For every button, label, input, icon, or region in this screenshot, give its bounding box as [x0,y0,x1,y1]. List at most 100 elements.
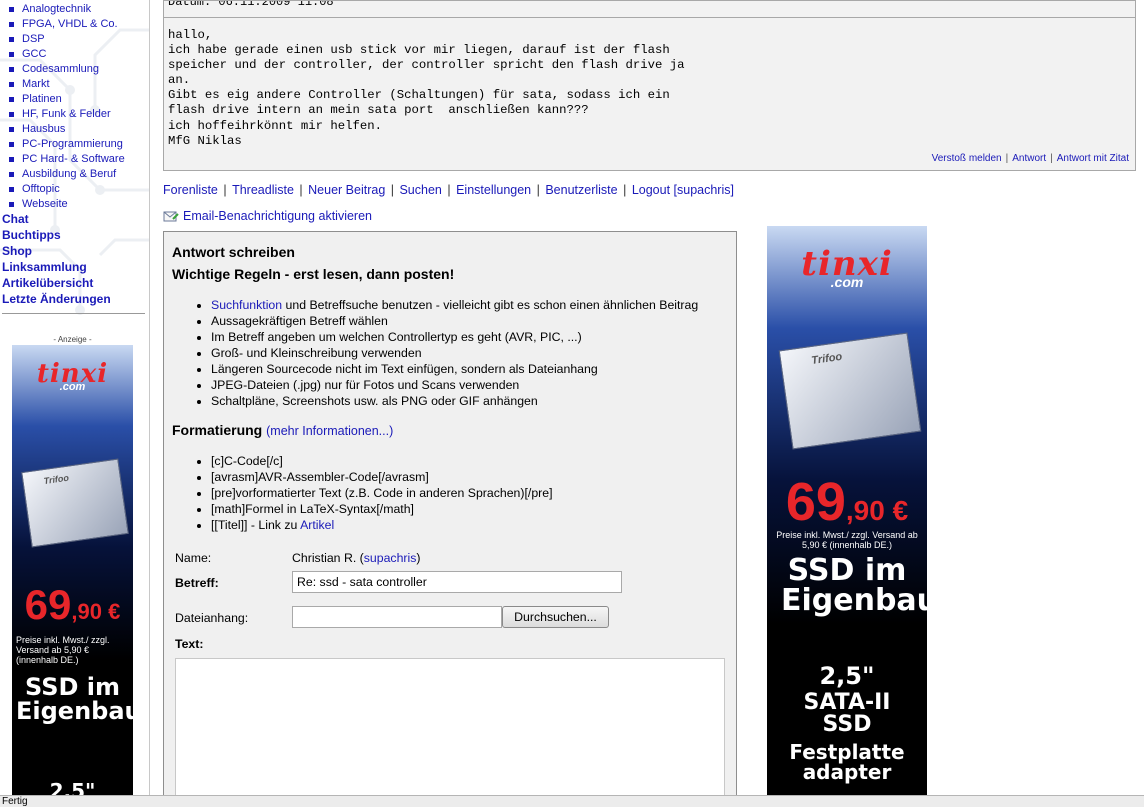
format-item: [avrasm]AVR-Assembler-Code[/avrasm] [211,469,553,485]
sidebar-item-offtopic[interactable]: Offtopic [8,182,125,197]
rule-item: Aussagekräftigen Betreff wählen [211,313,698,329]
forum-nav: Forenliste | Threadliste | Neuer Beitrag… [163,183,734,197]
sidebar-link[interactable]: Markt [22,78,50,90]
sidebar-item-hf[interactable]: HF, Funk & Felder [8,107,125,122]
sidebar-link[interactable]: PC Hard- & Software [22,153,125,165]
format-item: [math]Formel in LaTeX-Syntax[/math] [211,501,553,517]
sidebar-link[interactable]: FPGA, VHDL & Co. [22,18,118,30]
sidebar-item-shop[interactable]: Shop [2,243,111,259]
name-label: Name: [175,551,212,565]
ad-spec-type: Festplatte adapter [789,740,905,784]
nav-benutzerliste[interactable]: Benutzerliste [545,183,617,197]
report-post-link[interactable]: Verstoß melden [932,153,1002,164]
formatting-title: Formatierung (mehr Informationen...) [172,422,394,438]
nav-threadliste[interactable]: Threadliste [232,183,294,197]
forum-post: Datum: 06.11.2009 11:08 hallo, ich habe … [163,0,1136,171]
article-link[interactable]: Artikel [300,518,334,532]
sidebar-link[interactable]: Chat [2,212,29,226]
rules-title: Wichtige Regeln - erst lesen, dann poste… [172,266,455,282]
post-date: Datum: 06.11.2009 11:08 [164,1,1135,18]
format-item: [pre]vorformatierter Text (z.B. Code in … [211,485,553,501]
sidebar-item-analogtechnik[interactable]: Analogtechnik [8,2,125,17]
ad-headline: SSD im Eigenbau [16,673,133,725]
sidebar-item-webseite[interactable]: Webseite [8,197,125,212]
rule-item: JPEG-Dateien (.jpg) nur für Fotos und Sc… [211,377,698,393]
ad-brand-suffix: .com [59,381,86,393]
attachment-label: Dateianhang: [175,611,249,625]
browse-button[interactable]: Durchsuchen... [502,606,609,628]
formatting-more-link[interactable]: (mehr Informationen...) [266,424,393,438]
reply-form: Antwort schreiben Wichtige Regeln - erst… [163,231,737,801]
nav-neuer-beitrag[interactable]: Neuer Beitrag [308,183,385,197]
sidebar-item-pc-programmierung[interactable]: PC-Programmierung [8,137,125,152]
sidebar-item-ausbildung[interactable]: Ausbildung & Beruf [8,167,125,182]
search-function-link[interactable]: Suchfunktion [211,298,282,312]
sidebar-link[interactable]: Platinen [22,93,62,105]
formatting-list: [c]C-Code[/c] [avrasm]AVR-Assembler-Code… [211,453,553,533]
sidebar-link[interactable]: Shop [2,244,32,258]
sidebar-link[interactable]: Linksammlung [2,260,87,274]
sidebar-item-chat[interactable]: Chat [2,211,111,227]
sidebar-link[interactable]: DSP [22,33,45,45]
sidebar-link[interactable]: Letzte Änderungen [2,292,111,306]
email-notification-link[interactable]: Email-Benachrichtigung aktivieren [183,209,372,223]
nav-logout[interactable]: Logout [supachris] [632,183,734,197]
reply-title: Antwort schreiben [172,244,295,260]
sidebar-link[interactable]: Buchtipps [2,228,61,242]
main-nav-list: Chat Buchtipps Shop Linksammlung Artikel… [2,211,111,307]
sidebar-item-codesammlung[interactable]: Codesammlung [8,62,125,77]
rule-item: Suchfunktion und Betreffsuche benutzen -… [211,297,698,313]
post-actions: Verstoß melden | Antwort | Antwort mit Zitat [932,153,1129,164]
sidebar-item-pc-hardware[interactable]: PC Hard- & Software [8,152,125,167]
ad-brand-suffix: .com [830,274,864,290]
sidebar-link[interactable]: Webseite [22,198,68,210]
sidebar-item-markt[interactable]: Markt [8,77,125,92]
sidebar-item-dsp[interactable]: DSP [8,32,125,47]
ssd-drive-image: Trifoo [21,458,129,548]
nav-einstellungen[interactable]: Einstellungen [456,183,531,197]
sidebar-item-hausbus[interactable]: Hausbus [8,122,125,137]
ad-spec-interface: SATA-II SSD [803,690,891,737]
rule-item: Im Betreff angeben um welchen Controller… [211,329,698,345]
sidebar-link[interactable]: Analogtechnik [22,3,91,15]
sidebar-item-gcc[interactable]: GCC [8,47,125,62]
nav-suchen[interactable]: Suchen [399,183,441,197]
sidebar-link[interactable]: Hausbus [22,123,65,135]
sidebar-link[interactable]: PC-Programmierung [22,138,123,150]
name-value: Christian R. (supachris) [292,551,421,565]
reply-link[interactable]: Antwort [1012,153,1046,164]
reply-quote-link[interactable]: Antwort mit Zitat [1057,153,1129,164]
sidebar-banner-ad[interactable]: tinxi .com Trifoo 69,90 € Preise inkl. M… [12,345,133,795]
sidebar-item-fpga[interactable]: FPGA, VHDL & Co. [8,17,125,32]
sidebar-item-platinen[interactable]: Platinen [8,92,125,107]
sidebar-item-linksammlung[interactable]: Linksammlung [2,259,111,275]
sidebar-link[interactable]: Codesammlung [22,63,99,75]
ad-price-note: Preise inkl. Mwst./ zzgl. Versand ab 5,9… [776,530,918,550]
username-link[interactable]: supachris [364,551,417,565]
rule-item: Schaltpläne, Screenshots usw. als PNG od… [211,393,698,409]
ad-product-name: Trifoo [42,472,70,487]
sidebar-item-buchtipps[interactable]: Buchtipps [2,227,111,243]
sidebar-link[interactable]: Artikelübersicht [2,276,93,290]
sidebar-link[interactable]: Offtopic [22,183,60,195]
nav-forenliste[interactable]: Forenliste [163,183,218,197]
sidebar-item-letzte-aenderungen[interactable]: Letzte Änderungen [2,291,111,307]
separator: | [1005,153,1009,164]
ad-spec-size: 2,5" [819,662,875,690]
sidebar-link[interactable]: HF, Funk & Felder [22,108,111,120]
ad-spec-size: 2,5" [49,779,96,795]
sidebar-link[interactable]: GCC [22,48,46,60]
attachment-file-field[interactable] [292,606,502,628]
mail-icon [163,209,179,223]
separator: | [1050,153,1053,164]
subject-input[interactable] [292,571,622,593]
right-banner-ad[interactable]: tinxi .com Trifoo 69,90 € Preise inkl. M… [767,226,927,795]
ad-price: 69,90 € [24,581,121,628]
message-textarea[interactable] [175,658,725,800]
sidebar-link[interactable]: Ausbildung & Beruf [22,168,116,180]
sidebar-item-artikeluebersicht[interactable]: Artikelübersicht [2,275,111,291]
format-item: [[Titel]] - Link zu Artikel [211,517,553,533]
ad-product-name: Trifoo [810,350,843,368]
email-notification[interactable]: Email-Benachrichtigung aktivieren [163,209,372,223]
ad-headline: SSD im Eigenbau [781,553,927,618]
